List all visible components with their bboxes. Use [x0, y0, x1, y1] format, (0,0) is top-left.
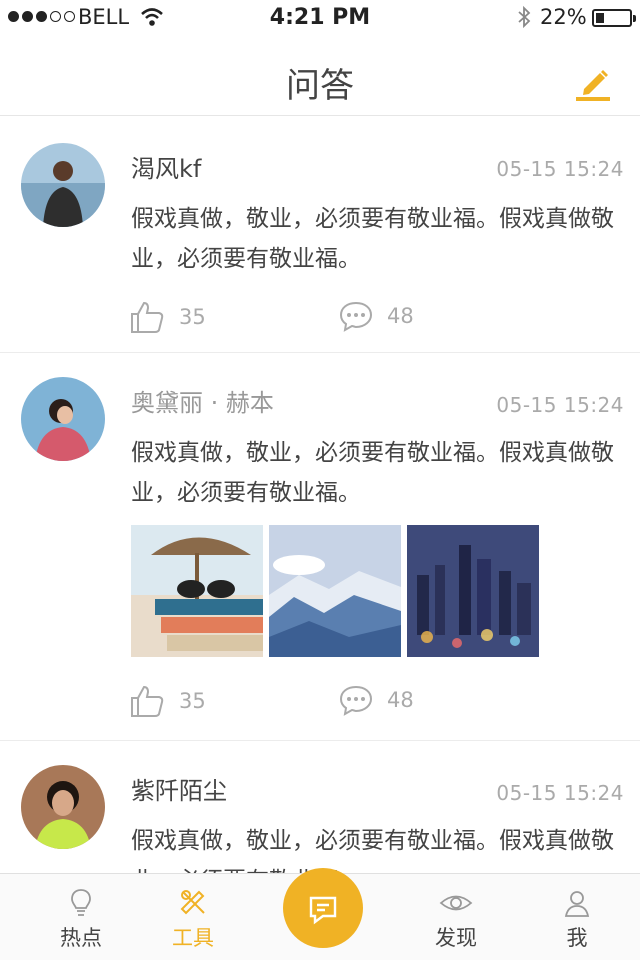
tab-me[interactable]: 我 — [537, 888, 617, 952]
tab-label: 发现 — [435, 926, 477, 950]
avatar[interactable] — [21, 765, 105, 849]
feed-post[interactable]: 紫阡陌尘 05-15 15:24 假戏真做，敬业，必须要有敬业福。假戏真做敬业，… — [0, 741, 640, 873]
beach-books-photo[interactable] — [131, 525, 263, 657]
tab-discover[interactable]: 发现 — [416, 888, 496, 952]
battery-percent: 22% — [540, 5, 587, 29]
comment-button[interactable]: 48 — [339, 683, 414, 717]
post-content: 假戏真做，敬业，必须要有敬业福。假戏真做敬业，必须要有敬业福。 — [131, 828, 614, 873]
post-time: 05-15 15:24 — [496, 393, 624, 417]
username[interactable]: 渴风kf — [131, 149, 201, 184]
comment-icon — [339, 301, 373, 332]
snowy-mountains-photo[interactable] — [269, 525, 401, 657]
chat-icon — [309, 896, 337, 925]
post-actions: 35 48 — [129, 299, 629, 339]
avatar[interactable] — [21, 377, 105, 461]
thumbs-up-icon — [131, 301, 164, 333]
like-count: 35 — [179, 305, 206, 329]
post-content: 假戏真做，敬业，必须要有敬业福。假戏真做敬业，必须要有敬业福。 — [131, 440, 614, 506]
username[interactable]: 奥黛丽 · 赫本 — [131, 383, 274, 418]
page-title: 问答 — [286, 66, 354, 106]
tab-bar: 热点 工具 发现 我 — [0, 868, 640, 960]
tab-label: 工具 — [172, 926, 214, 950]
ask-question-button[interactable] — [283, 868, 363, 948]
tab-label: 我 — [566, 926, 588, 950]
feed-list: 渴风kf 05-15 15:24 假戏真做，敬业，必须要有敬业福。假戏真做敬业，… — [0, 117, 640, 873]
comment-count: 48 — [387, 304, 414, 328]
tab-label: 热点 — [60, 926, 102, 950]
comment-button[interactable]: 48 — [339, 299, 414, 333]
tools-icon — [180, 890, 205, 915]
comment-icon — [339, 685, 373, 716]
post-content: 假戏真做，敬业，必须要有敬业福。假戏真做敬业，必须要有敬业福。 — [131, 206, 614, 272]
avatar[interactable] — [21, 143, 105, 227]
comment-count: 48 — [387, 688, 414, 712]
city-night-photo[interactable] — [407, 525, 539, 657]
post-time: 05-15 15:24 — [496, 157, 624, 181]
lightbulb-icon — [71, 889, 91, 916]
tab-hot[interactable]: 热点 — [41, 888, 121, 952]
username[interactable]: 紫阡陌尘 — [131, 771, 227, 806]
post-time: 05-15 15:24 — [496, 781, 624, 805]
eye-icon — [439, 895, 473, 911]
feed-post[interactable]: 奥黛丽 · 赫本 05-15 15:24 假戏真做，敬业，必须要有敬业福。假戏真… — [0, 353, 640, 741]
bluetooth-icon — [516, 5, 532, 34]
feed-post[interactable]: 渴风kf 05-15 15:24 假戏真做，敬业，必须要有敬业福。假戏真做敬业，… — [0, 117, 640, 353]
pencil-icon[interactable] — [574, 62, 614, 102]
battery-icon — [592, 9, 636, 27]
post-actions: 35 48 — [129, 683, 629, 723]
like-button[interactable]: 35 — [129, 299, 206, 335]
user-icon — [564, 891, 590, 917]
navbar: 问答 — [0, 36, 640, 116]
image-gallery — [131, 525, 539, 657]
like-button[interactable]: 35 — [129, 683, 206, 719]
status-bar: BELL 4:21 PM 22% — [0, 0, 640, 36]
like-count: 35 — [179, 689, 206, 713]
thumbs-up-icon — [131, 685, 164, 717]
tab-tools[interactable]: 工具 — [153, 888, 233, 952]
